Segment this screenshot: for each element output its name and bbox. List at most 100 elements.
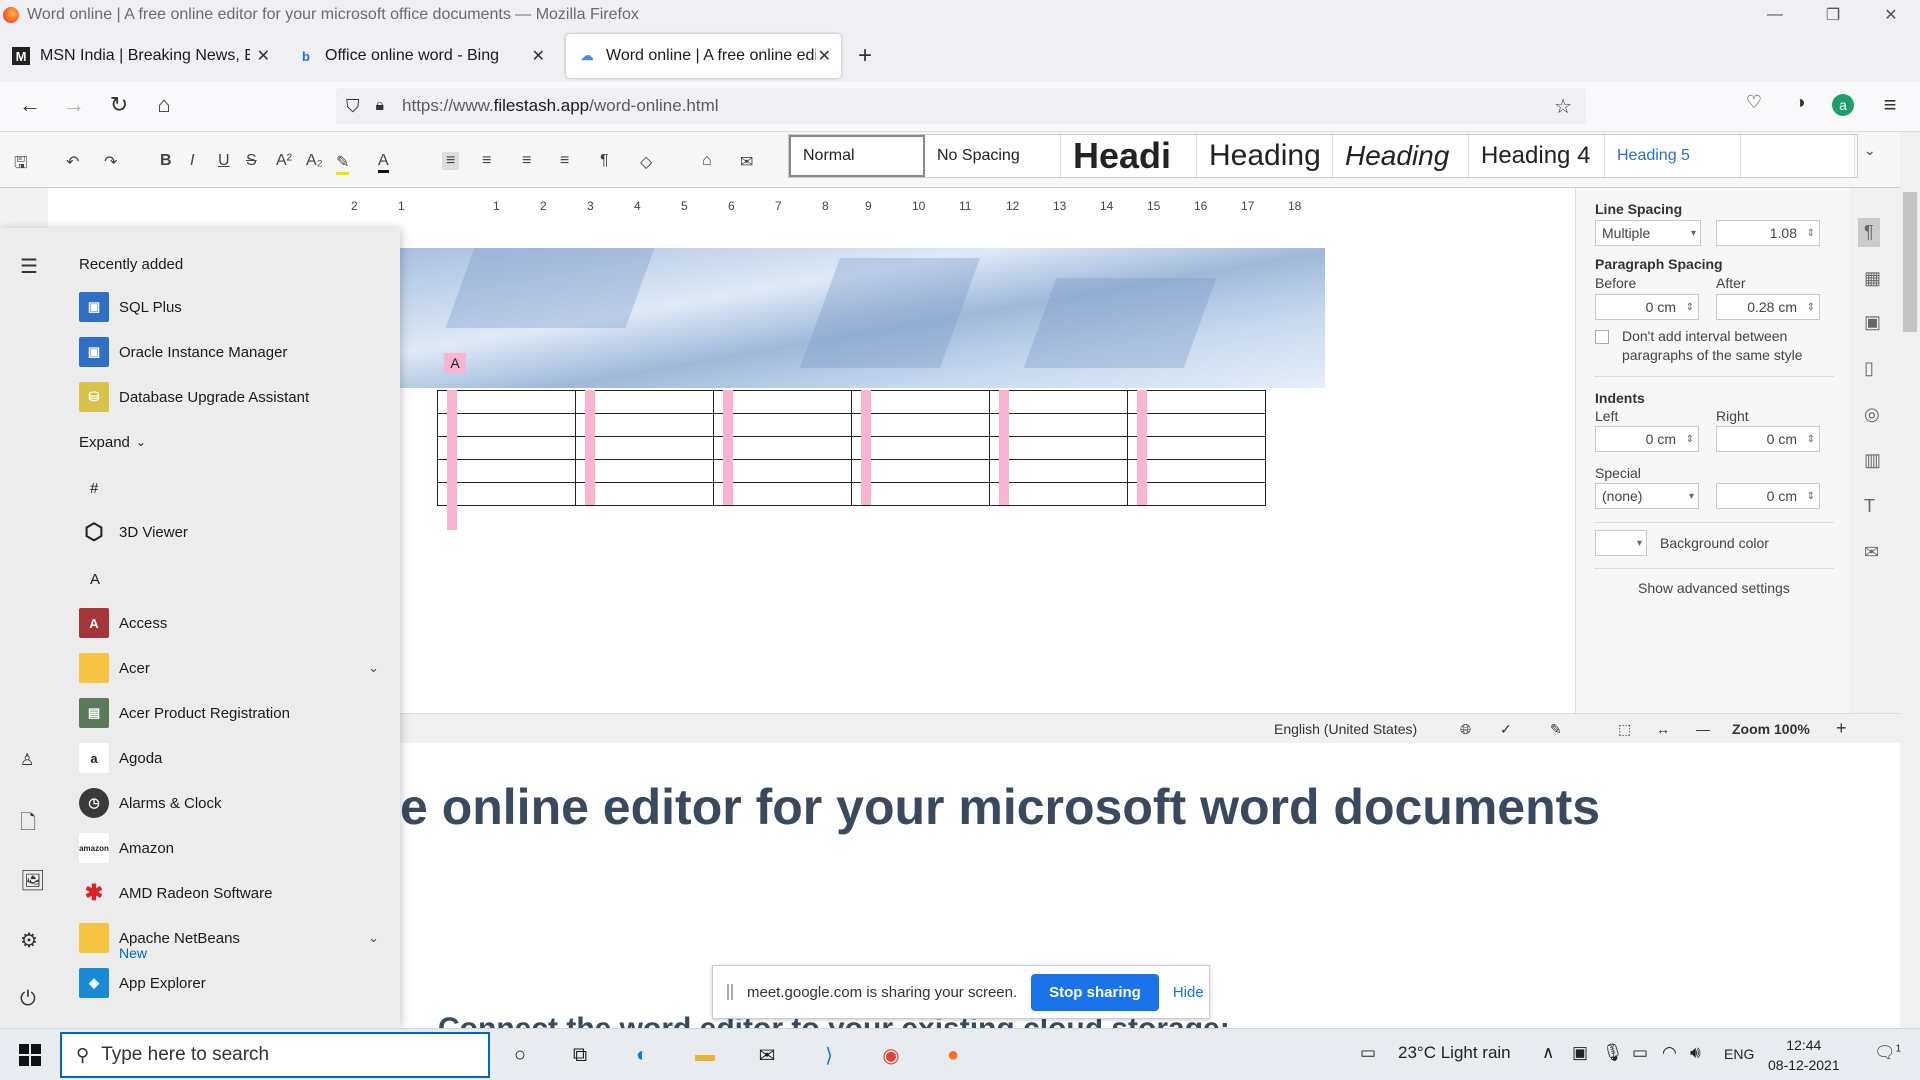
chevron-down-icon[interactable]: ⌄ — [1864, 142, 1876, 159]
power-icon[interactable]: ⏻ — [20, 988, 36, 1011]
lock-icon[interactable]: 🔒︎ — [376, 97, 385, 115]
subscript-icon[interactable]: A₂ — [306, 152, 323, 170]
special-indent-input[interactable]: 0 cm ⇕ — [1716, 483, 1820, 509]
style-heading-4[interactable]: Heading 4 — [1469, 135, 1605, 177]
notification-icon[interactable]: 🗨︎1 — [1874, 1043, 1901, 1063]
indent-right-input[interactable]: 0 cm ⇕ — [1716, 426, 1820, 452]
app-3d-viewer[interactable]: ⬡ 3D Viewer — [79, 512, 389, 552]
bold-icon[interactable]: B — [160, 152, 172, 170]
file-explorer-icon[interactable]: ▬ — [690, 1040, 720, 1070]
globe-icon[interactable]: 🌐︎ — [1460, 721, 1471, 738]
chart-settings-icon[interactable]: ▥ — [1864, 450, 1881, 471]
no-interval-checkbox[interactable] — [1595, 330, 1609, 344]
style-no-spacing[interactable]: No Spacing — [925, 135, 1061, 177]
show-hidden-icons-icon[interactable]: ∧ — [1542, 1043, 1554, 1063]
italic-icon[interactable]: I — [190, 152, 194, 170]
format-painter-icon[interactable]: ⌂ — [702, 152, 712, 170]
shield-icon[interactable]: ⛉ — [346, 96, 360, 117]
close-tab-icon[interactable]: ✕ — [257, 46, 270, 66]
style-heading-5[interactable]: Heading 5 — [1605, 135, 1741, 177]
undo-icon[interactable]: ↶ — [66, 152, 79, 172]
align-center-icon[interactable]: ≡ — [482, 152, 491, 170]
style-heading-2[interactable]: Heading — [1197, 135, 1333, 177]
volume-icon[interactable]: 🔊︎ — [1690, 1043, 1701, 1063]
bookmark-star-icon[interactable]: ☆ — [1554, 94, 1572, 119]
home-icon[interactable]: ⌂ — [150, 92, 178, 118]
edge-icon[interactable]: ◐ — [627, 1040, 657, 1070]
folder-apache-netbeans[interactable]: Apache NetBeans New ⌄ — [79, 918, 389, 961]
mail-merge-settings-icon[interactable]: ✉ — [1864, 542, 1879, 563]
vscode-icon[interactable]: ⟩ — [814, 1040, 844, 1070]
camera-icon[interactable]: ▣ — [1572, 1043, 1588, 1063]
language-selector[interactable]: English (United States) — [1274, 721, 1417, 737]
app-sql-plus[interactable]: ▣ SQL Plus — [79, 287, 389, 327]
app-acer-product-registration[interactable]: ▤ Acer Product Registration — [79, 693, 389, 733]
tab-bing[interactable]: b Office online word - Bing ✕ — [285, 34, 555, 78]
settings-gear-icon[interactable]: ⚙ — [20, 928, 38, 953]
font-color-icon[interactable]: A — [378, 152, 389, 173]
line-spacing-value-input[interactable]: 1.08 ⇕ — [1716, 220, 1820, 246]
windows-start-icon[interactable] — [19, 1044, 41, 1066]
restore-button[interactable]: ❐ — [1804, 0, 1862, 29]
weather-icon[interactable]: ▭ — [1360, 1043, 1376, 1063]
header-footer-icon[interactable]: ▯ — [1864, 358, 1874, 379]
paragraph-mark-icon[interactable]: ¶ — [600, 152, 609, 170]
zoom-out-icon[interactable]: — — [1696, 721, 1710, 737]
line-spacing-mode-select[interactable]: Multiple ▾ — [1595, 220, 1701, 246]
fit-width-icon[interactable]: ↔ — [1656, 721, 1670, 737]
reload-icon[interactable]: ↻ — [105, 92, 133, 118]
highlight-icon[interactable]: ✎ — [336, 152, 350, 175]
battery-icon[interactable]: ▭ — [1632, 1043, 1648, 1063]
document-text-marker[interactable]: A — [444, 353, 466, 373]
indent-left-input[interactable]: 0 cm ⇕ — [1595, 426, 1699, 452]
app-oracle-instance-manager[interactable]: ▣ Oracle Instance Manager — [79, 332, 389, 372]
underline-icon[interactable]: U — [218, 152, 230, 170]
mail-merge-icon[interactable]: ✉ — [740, 152, 753, 172]
app-alarms-clock[interactable]: ◷ Alarms & Clock — [79, 783, 389, 823]
pictures-icon[interactable]: 🖼︎ — [20, 868, 45, 893]
user-account-icon[interactable]: ♙ — [20, 750, 34, 770]
documents-icon[interactable]: 🗋 — [20, 808, 36, 842]
task-view-icon[interactable]: ⧉ — [565, 1040, 595, 1070]
clear-format-icon[interactable]: ◇ — [640, 152, 652, 172]
wifi-icon[interactable]: ◠ — [1662, 1043, 1677, 1063]
fit-page-icon[interactable]: ⬚ — [1618, 721, 1631, 738]
strikethrough-icon[interactable]: S — [246, 152, 257, 170]
app-app-explorer[interactable]: ◈ App Explorer — [79, 963, 389, 1003]
sync-icon[interactable]: ◑ — [1786, 92, 1814, 113]
close-window-button[interactable]: ✕ — [1862, 0, 1920, 29]
app-agoda[interactable]: a Agoda — [79, 738, 389, 778]
spacing-before-input[interactable]: 0 cm ⇕ — [1595, 294, 1699, 320]
shape-settings-icon[interactable]: ◎ — [1864, 404, 1880, 425]
url-text[interactable]: https://www.filestash.app/word-online.ht… — [402, 96, 719, 116]
spacing-after-input[interactable]: 0.28 cm ⇕ — [1716, 294, 1820, 320]
language-indicator[interactable]: ENG — [1724, 1046, 1754, 1062]
hide-share-bar-button[interactable]: Hide — [1173, 984, 1204, 1001]
justify-icon[interactable]: ≡ — [560, 152, 569, 170]
close-tab-icon[interactable]: ✕ — [818, 46, 831, 66]
mail-icon[interactable]: ✉ — [752, 1040, 782, 1070]
special-indent-select[interactable]: (none) ▾ — [1595, 483, 1699, 509]
forward-icon[interactable]: → — [60, 92, 88, 118]
taskbar-clock[interactable]: 12:44 08-12-2021 — [1768, 1035, 1840, 1075]
document-page[interactable]: A — [400, 248, 1325, 713]
tab-word-online[interactable]: ☁ Word online | A free online edit ✕ — [566, 34, 841, 78]
style-heading-1[interactable]: Headi — [1061, 135, 1197, 177]
app-amazon[interactable]: amazon Amazon — [79, 828, 389, 868]
new-tab-button[interactable]: + — [858, 42, 872, 70]
spellcheck-icon[interactable]: ✓ — [1500, 721, 1512, 738]
redo-icon[interactable]: ↷ — [104, 152, 117, 172]
folder-acer[interactable]: Acer ⌄ — [79, 648, 389, 688]
menu-icon[interactable]: ≡ — [1876, 92, 1904, 118]
expand-recent-button[interactable]: Expand ⌄ — [79, 422, 389, 462]
zoom-in-icon[interactable]: + — [1836, 718, 1847, 739]
tab-msn[interactable]: M MSN India | Breaking News, Ente ✕ — [0, 34, 280, 78]
scrollbar-thumb[interactable] — [1903, 192, 1917, 332]
align-left-icon[interactable]: ≡ — [442, 152, 460, 170]
back-icon[interactable]: ← — [16, 92, 44, 118]
track-changes-icon[interactable]: ✎ — [1550, 721, 1562, 738]
pocket-icon[interactable]: ♡ — [1740, 92, 1768, 113]
paragraph-settings-icon[interactable]: ¶ — [1858, 218, 1880, 247]
background-color-picker[interactable]: ▾ — [1595, 530, 1647, 556]
close-tab-icon[interactable]: ✕ — [532, 46, 545, 66]
